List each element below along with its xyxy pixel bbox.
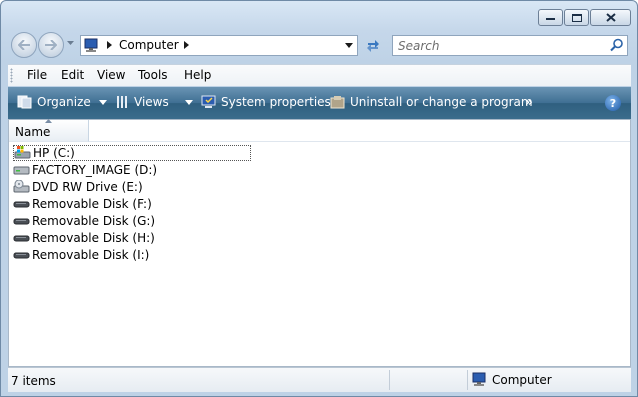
breadcrumb-arrow-icon[interactable] [184, 41, 189, 49]
list-item[interactable]: HP (C:) [13, 145, 251, 161]
dvd-drive-icon [13, 180, 30, 193]
explorer-window: Computer Search File Edit View Tools Hel… [0, 0, 638, 397]
system-properties-icon [201, 95, 216, 108]
help-icon: ? [609, 96, 617, 110]
menu-bar: File Edit View Tools Help [8, 64, 631, 86]
drive-label: DVD RW Drive (E:) [32, 180, 143, 194]
maximize-button[interactable] [564, 9, 589, 26]
back-arrow-icon [18, 40, 30, 50]
maximize-icon [571, 13, 582, 22]
search-icon[interactable] [610, 38, 624, 52]
drive-label: Removable Disk (G:) [32, 214, 156, 228]
menu-file[interactable]: File [27, 68, 47, 82]
recent-pages-dropdown-icon[interactable] [67, 41, 74, 46]
removable-disk-icon [13, 235, 30, 242]
organize-label: Organize [37, 95, 91, 109]
refresh-icon [367, 39, 379, 52]
organize-button[interactable]: Organize [17, 95, 107, 109]
menu-view[interactable]: View [97, 68, 125, 82]
status-bar: 7 items Computer [8, 367, 631, 392]
command-bar: Organize Views System properties Uninsta… [8, 87, 631, 119]
drive-label: Removable Disk (I:) [32, 248, 150, 262]
forward-button[interactable] [38, 32, 64, 58]
minimize-icon [546, 17, 555, 20]
uninstall-program-icon [330, 96, 345, 109]
address-dropdown-icon[interactable] [345, 43, 353, 48]
status-divider [467, 370, 468, 390]
status-location-label: Computer [492, 372, 552, 387]
drive-label: Removable Disk (F:) [32, 197, 152, 211]
list-item[interactable]: FACTORY_IMAGE (D:) [13, 162, 157, 178]
breadcrumb-computer[interactable]: Computer [119, 38, 179, 52]
search-box[interactable]: Search [392, 35, 628, 56]
uninstall-program-button[interactable]: Uninstall or change a program [330, 95, 533, 109]
status-divider [389, 370, 390, 390]
column-header-empty [89, 120, 630, 142]
minimize-button[interactable] [538, 9, 563, 26]
list-item[interactable]: Removable Disk (F:) [13, 196, 152, 212]
more-commands-label: » [525, 95, 533, 109]
system-properties-button[interactable]: System properties [201, 95, 331, 109]
back-button[interactable] [11, 32, 37, 58]
removable-disk-icon [13, 201, 30, 208]
column-header-name[interactable]: Name [9, 119, 89, 142]
refresh-button[interactable] [361, 35, 385, 56]
item-count: 7 items [11, 374, 56, 388]
hard-disk-icon [13, 166, 30, 175]
chevron-down-icon [98, 99, 107, 105]
sort-ascending-icon [45, 119, 52, 123]
menu-tools[interactable]: Tools [138, 68, 168, 82]
organize-icon [17, 95, 32, 109]
file-list: Name HP (C:) FACTORY_IMAGE (D:) DVD RW D… [8, 119, 631, 367]
list-item[interactable]: Removable Disk (I:) [13, 247, 149, 263]
menu-grip [10, 68, 13, 83]
close-icon [605, 13, 616, 22]
drive-label: FACTORY_IMAGE (D:) [32, 163, 158, 177]
chevron-down-icon [184, 99, 193, 105]
search-input[interactable]: Search [398, 39, 440, 53]
removable-disk-icon [13, 252, 30, 259]
menu-edit[interactable]: Edit [61, 68, 84, 82]
address-bar[interactable]: Computer [80, 35, 358, 56]
caption-buttons [538, 9, 631, 26]
menu-help[interactable]: Help [184, 68, 211, 82]
more-commands-button[interactable]: » [525, 95, 533, 109]
views-button[interactable]: Views [116, 95, 193, 109]
drive-label: Removable Disk (H:) [32, 231, 155, 245]
computer-icon [472, 372, 486, 386]
close-button[interactable] [590, 9, 631, 26]
list-item[interactable]: DVD RW Drive (E:) [13, 179, 143, 195]
breadcrumb-arrow-icon[interactable] [107, 41, 112, 49]
uninstall-program-label: Uninstall or change a program [350, 95, 533, 109]
list-item[interactable]: Removable Disk (G:) [13, 213, 155, 229]
system-properties-label: System properties [221, 95, 331, 109]
forward-arrow-icon [45, 40, 57, 50]
computer-icon [84, 38, 98, 52]
views-icon [117, 96, 127, 108]
drive-label: HP (C:) [33, 146, 75, 160]
help-button[interactable]: ? [605, 95, 621, 111]
status-location: Computer [472, 372, 552, 387]
views-label: Views [134, 95, 169, 109]
list-item[interactable]: Removable Disk (H:) [13, 230, 155, 246]
column-header-label: Name [15, 125, 51, 139]
hard-disk-windows-icon [14, 146, 31, 159]
removable-disk-icon [13, 218, 30, 225]
